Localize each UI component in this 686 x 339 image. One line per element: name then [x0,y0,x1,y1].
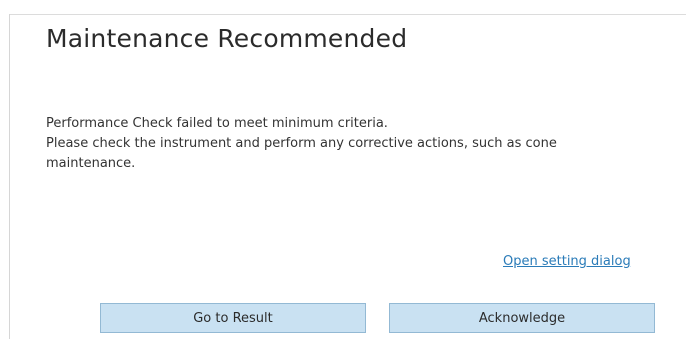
dialog-title: Maintenance Recommended [46,24,408,53]
acknowledge-button[interactable]: Acknowledge [389,303,655,333]
message-line-2: Please check the instrument and perform … [46,136,557,171]
dialog-left-border [9,14,10,339]
dialog-message: Performance Check failed to meet minimum… [46,114,646,174]
message-line-1: Performance Check failed to meet minimum… [46,116,388,131]
maintenance-dialog: Maintenance Recommended Performance Chec… [0,0,686,339]
go-to-result-button[interactable]: Go to Result [100,303,366,333]
open-setting-dialog-link[interactable]: Open setting dialog [503,254,631,269]
dialog-top-border [9,14,686,15]
